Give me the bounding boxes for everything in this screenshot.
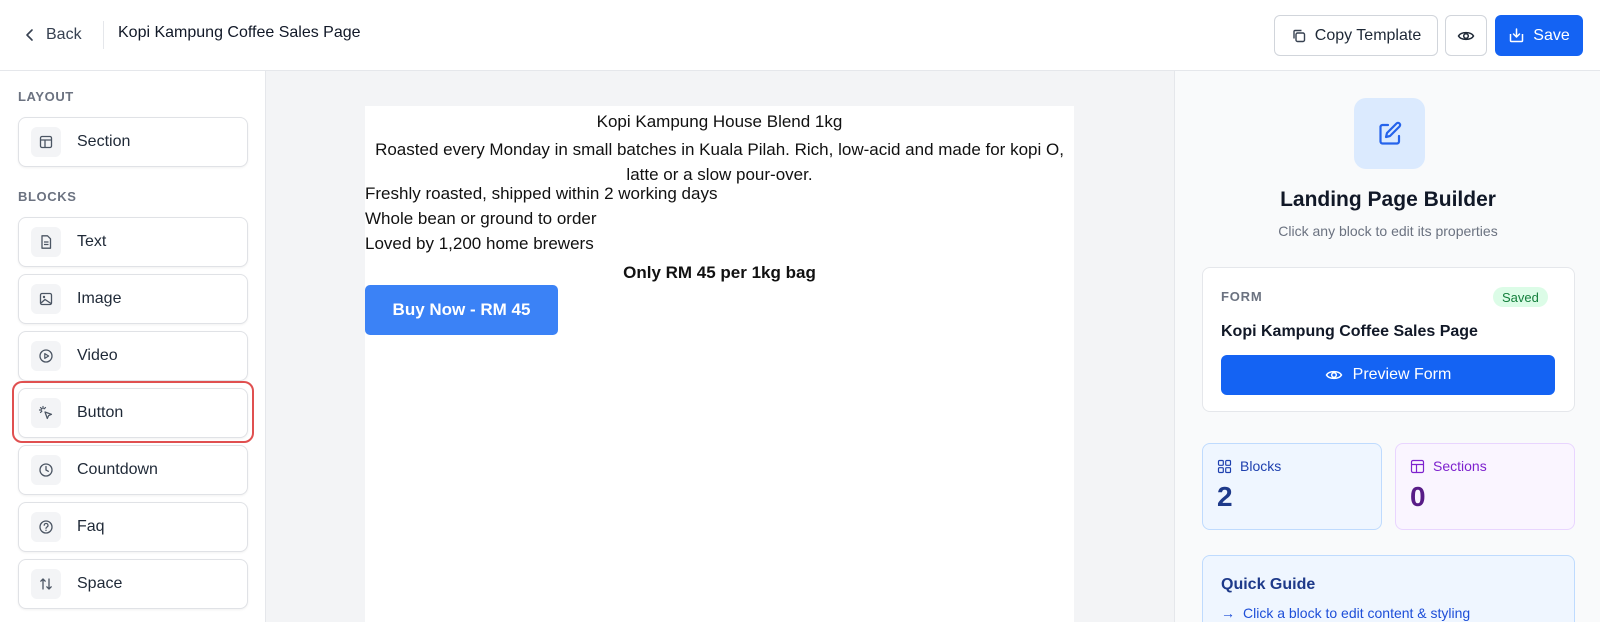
preview-form-label: Preview Form bbox=[1352, 366, 1452, 383]
buy-now-button[interactable]: Buy Now - RM 45 bbox=[365, 285, 558, 335]
back-button[interactable]: Back bbox=[22, 22, 82, 48]
edit-icon bbox=[1354, 98, 1425, 169]
page-preview[interactable]: Kopi Kampung House Blend 1kg Roasted eve… bbox=[365, 106, 1074, 622]
section-icon bbox=[31, 127, 61, 157]
section-icon bbox=[1410, 459, 1425, 473]
page-title: Kopi Kampung Coffee Sales Page bbox=[118, 24, 361, 41]
quick-guide-item: → Click a block to edit content & stylin… bbox=[1221, 605, 1470, 621]
palette-item-label: Space bbox=[77, 575, 123, 592]
question-icon bbox=[31, 512, 61, 542]
quick-guide-title: Quick Guide bbox=[1221, 576, 1316, 593]
arrow-right-icon: → bbox=[1221, 605, 1235, 621]
palette-item-text[interactable]: Text bbox=[18, 217, 248, 267]
properties-panel: Landing Page Builder Click any block to … bbox=[1174, 71, 1600, 622]
preview-form-button[interactable]: Preview Form bbox=[1221, 355, 1555, 395]
pointer-click-icon bbox=[31, 398, 61, 428]
product-description[interactable]: Roasted every Monday in small batches in… bbox=[365, 137, 1074, 187]
palette-item-faq[interactable]: Faq bbox=[18, 502, 248, 552]
blocks-stat-card: Blocks 2 bbox=[1202, 443, 1382, 530]
quick-guide-card: Quick Guide → Click a block to edit cont… bbox=[1202, 555, 1575, 622]
eye-icon bbox=[1457, 31, 1475, 40]
save-icon bbox=[1510, 28, 1524, 43]
grid-icon bbox=[1217, 459, 1232, 473]
product-title[interactable]: Kopi Kampung House Blend 1kg bbox=[365, 112, 1074, 132]
blocks-section-label: BLOCKS bbox=[18, 189, 77, 204]
blocks-stat-label: Blocks bbox=[1240, 458, 1282, 474]
price-text[interactable]: Only RM 45 per 1kg bag bbox=[365, 263, 1074, 283]
feature-item[interactable]: Whole bean or ground to order bbox=[365, 209, 597, 229]
copy-icon bbox=[1293, 29, 1305, 42]
palette-item-label: Countdown bbox=[77, 461, 158, 478]
sections-stat-label: Sections bbox=[1433, 458, 1487, 474]
sections-stat-card: Sections 0 bbox=[1395, 443, 1575, 530]
sections-stat-value: 0 bbox=[1410, 481, 1426, 512]
palette-item-label: Image bbox=[77, 290, 122, 307]
panel-title: Landing Page Builder bbox=[1280, 188, 1496, 211]
arrows-updown-icon bbox=[31, 569, 61, 599]
chevron-left-icon bbox=[26, 29, 33, 41]
form-section-label: FORM bbox=[1221, 289, 1263, 304]
status-badge: Saved bbox=[1493, 287, 1548, 307]
palette-item-section[interactable]: Section bbox=[18, 117, 248, 167]
text-icon bbox=[31, 227, 61, 257]
block-palette-sidebar: LAYOUT Section BLOCKS Text Image Video B… bbox=[0, 71, 266, 622]
eye-icon bbox=[1325, 370, 1343, 380]
palette-item-countdown[interactable]: Countdown bbox=[18, 445, 248, 495]
quick-guide-item-text: Click a block to edit content & styling bbox=[1243, 605, 1471, 621]
palette-item-button[interactable]: Button bbox=[18, 388, 248, 438]
clock-icon bbox=[31, 455, 61, 485]
blocks-stat-value: 2 bbox=[1217, 481, 1233, 512]
palette-item-label: Text bbox=[77, 233, 107, 250]
editor-canvas: Kopi Kampung House Blend 1kg Roasted eve… bbox=[266, 71, 1174, 622]
feature-item[interactable]: Loved by 1,200 home brewers bbox=[365, 234, 594, 254]
palette-item-image[interactable]: Image bbox=[18, 274, 248, 324]
palette-item-label: Faq bbox=[77, 518, 105, 535]
copy-template-button[interactable]: Copy Template bbox=[1274, 15, 1438, 56]
palette-item-video[interactable]: Video bbox=[18, 331, 248, 381]
feature-item[interactable]: Freshly roasted, shipped within 2 workin… bbox=[365, 184, 717, 204]
back-label: Back bbox=[46, 26, 82, 43]
form-card: FORM Saved Kopi Kampung Coffee Sales Pag… bbox=[1202, 267, 1575, 412]
video-icon bbox=[31, 341, 61, 371]
form-name: Kopi Kampung Coffee Sales Page bbox=[1221, 323, 1478, 340]
save-label: Save bbox=[1533, 26, 1570, 44]
copy-template-label: Copy Template bbox=[1314, 26, 1422, 44]
palette-item-space[interactable]: Space bbox=[18, 559, 248, 609]
palette-item-label: Video bbox=[77, 347, 118, 364]
layout-section-label: LAYOUT bbox=[18, 89, 74, 104]
save-button[interactable]: Save bbox=[1495, 15, 1583, 56]
panel-subtitle: Click any block to edit its properties bbox=[1278, 223, 1498, 239]
palette-item-label: Section bbox=[77, 133, 131, 150]
preview-toggle-button[interactable] bbox=[1445, 15, 1487, 56]
header-divider bbox=[103, 21, 104, 49]
palette-item-label: Button bbox=[77, 404, 124, 421]
image-icon bbox=[31, 284, 61, 314]
top-bar: Back Kopi Kampung Coffee Sales Page Copy… bbox=[0, 0, 1600, 71]
